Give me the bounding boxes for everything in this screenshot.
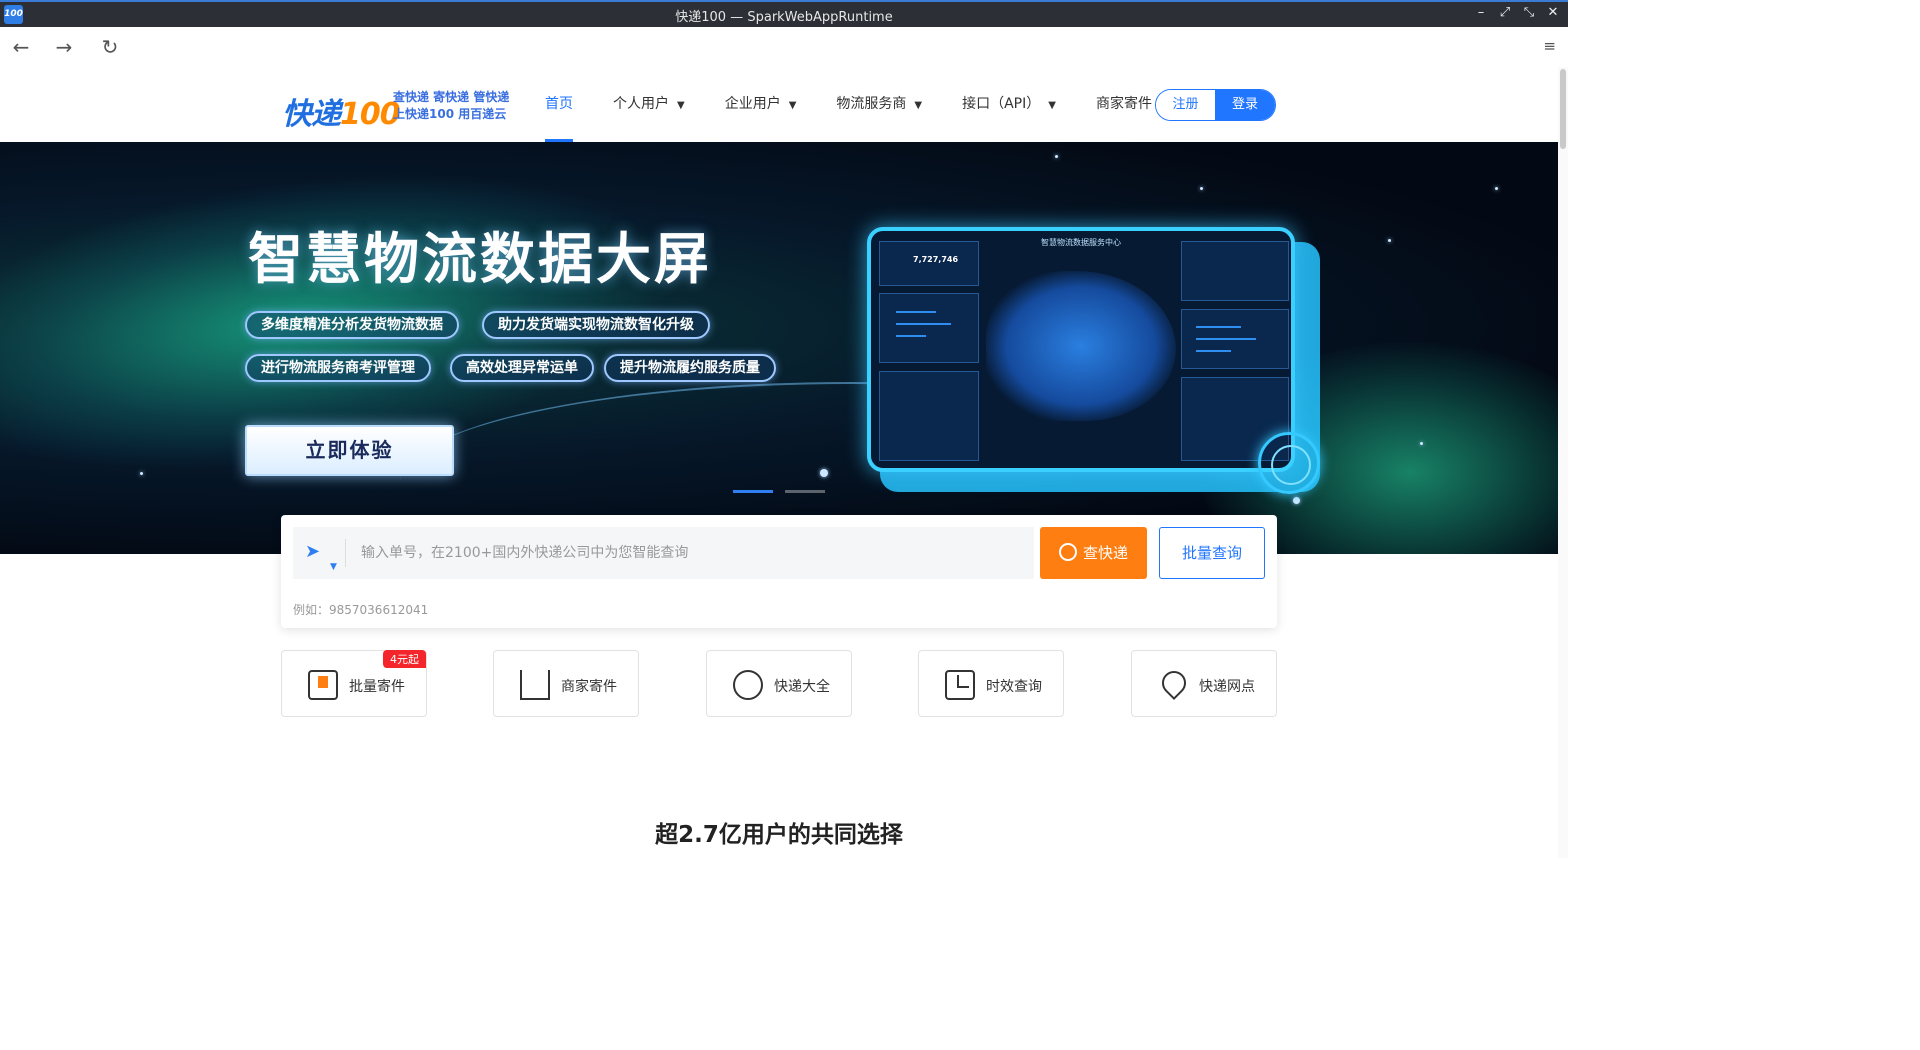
close-icon[interactable]: ✕ bbox=[1546, 5, 1560, 20]
feature-pill: 多维度精准分析发货物流数据 bbox=[245, 311, 459, 339]
location-pin-icon bbox=[1157, 666, 1191, 700]
nav-api[interactable]: 接口（API） ▼ bbox=[962, 67, 1056, 142]
feature-pill: 高效处理异常运单 bbox=[450, 354, 594, 382]
window-titlebar: 100 快递100 — SparkWebAppRuntime – ⤢ ⤡ ✕ bbox=[0, 0, 1568, 27]
dashboard-bar bbox=[1196, 350, 1231, 352]
nav-enterprise-label: 企业用户 bbox=[724, 96, 781, 112]
back-arrow-icon[interactable]: ← bbox=[8, 35, 34, 59]
slogan-line1: 查快递 寄快递 管快递 bbox=[393, 90, 510, 104]
dashboard-bar bbox=[896, 311, 936, 313]
service-label: 批量寄件 bbox=[349, 679, 405, 695]
tracking-search-card: ➤ ▼ 查快递 批量查询 例如：9857036612041 bbox=[281, 515, 1277, 628]
feature-pill: 提升物流履约服务质量 bbox=[604, 354, 776, 382]
try-now-button[interactable]: 立即体验 bbox=[245, 425, 454, 476]
track-package-button[interactable]: 查快递 bbox=[1040, 527, 1147, 579]
star-decoration bbox=[1293, 497, 1300, 504]
minimize-icon[interactable]: – bbox=[1474, 5, 1488, 20]
nav-home[interactable]: 首页 bbox=[545, 67, 573, 142]
nav-logistics-label: 物流服务商 bbox=[836, 96, 907, 112]
service-courier-outlets[interactable]: 快递网点 bbox=[1131, 650, 1277, 717]
clock-icon bbox=[945, 670, 975, 700]
ring-decoration bbox=[1258, 432, 1320, 494]
forward-arrow-icon[interactable]: → bbox=[51, 35, 77, 59]
dashboard-bar bbox=[1196, 338, 1256, 340]
service-label: 快递大全 bbox=[774, 679, 830, 695]
dashboard-bar bbox=[896, 335, 926, 337]
track-package-label: 查快递 bbox=[1082, 544, 1128, 562]
service-courier-directory[interactable]: 快递大全 bbox=[706, 650, 852, 717]
dashboard-panel bbox=[1181, 241, 1289, 301]
dashboard-number: 7,727,746 bbox=[913, 255, 959, 264]
restore-icon[interactable]: ⤡ bbox=[1522, 5, 1536, 20]
dropdown-caret-icon: ▼ bbox=[788, 100, 797, 111]
dropdown-caret-icon: ▼ bbox=[1048, 100, 1056, 111]
paper-plane-icon[interactable]: ➤ bbox=[305, 541, 320, 562]
auth-buttons: 注册 登录 bbox=[1155, 89, 1276, 121]
service-label: 商家寄件 bbox=[561, 679, 617, 695]
window-title: 快递100 — SparkWebAppRuntime bbox=[675, 10, 893, 25]
dashboard-panel bbox=[879, 371, 979, 461]
dropdown-caret-icon: ▼ bbox=[914, 100, 923, 111]
dashboard-panel bbox=[879, 293, 979, 363]
hero-banner[interactable]: 智慧物流数据大屏 多维度精准分析发货物流数据 助力发货端实现物流数智化升级 进行… bbox=[0, 142, 1558, 554]
slogan-line2: 上快递100 用百递云 bbox=[393, 107, 507, 121]
site-logo[interactable]: 快递100 bbox=[282, 89, 401, 133]
globe-icon bbox=[733, 670, 763, 700]
feature-pill: 进行物流服务商考评管理 bbox=[245, 354, 431, 382]
divider bbox=[345, 539, 346, 567]
scroll-thumb[interactable] bbox=[1560, 69, 1566, 149]
maximize-icon[interactable]: ⤢ bbox=[1498, 5, 1512, 20]
nav-personal-label: 个人用户 bbox=[613, 96, 669, 112]
page-scrollbar[interactable] bbox=[1558, 67, 1568, 858]
building-icon bbox=[520, 670, 550, 700]
dashboard-bar bbox=[896, 323, 951, 325]
reload-icon[interactable]: ↻ bbox=[97, 35, 123, 59]
logo-number: 100 bbox=[340, 97, 401, 132]
star-decoration bbox=[140, 472, 143, 475]
main-nav: 首页 个人用户 ▼ 企业用户 ▼ 物流服务商 ▼ 接口（API） ▼ 商家寄件 bbox=[545, 67, 1192, 142]
carousel-dot-active[interactable] bbox=[733, 490, 773, 493]
browser-toolbar: ← → ↻ ≡ bbox=[0, 27, 1568, 67]
batch-query-button[interactable]: 批量查询 bbox=[1159, 527, 1265, 579]
hamburger-menu-icon[interactable]: ≡ bbox=[1543, 37, 1556, 55]
nav-home-label: 首页 bbox=[545, 96, 573, 112]
nav-enterprise[interactable]: 企业用户 ▼ bbox=[725, 67, 797, 142]
service-label: 时效查询 bbox=[986, 679, 1042, 695]
dropdown-caret-icon[interactable]: ▼ bbox=[330, 562, 337, 572]
register-button[interactable]: 注册 bbox=[1156, 90, 1215, 120]
box-icon bbox=[308, 670, 338, 700]
dashboard-illustration: 智慧物流数据服务中心 7,727,746 bbox=[867, 227, 1295, 472]
carousel-dot[interactable] bbox=[785, 490, 825, 493]
logo-slogan: 查快递 寄快递 管快递 上快递100 用百递云 bbox=[393, 89, 509, 123]
nav-merchant-label: 商家寄件 bbox=[1095, 96, 1152, 112]
star-decoration bbox=[1055, 155, 1058, 158]
section-title: 超2.7亿用户的共同选择 bbox=[655, 822, 903, 848]
nav-personal[interactable]: 个人用户 ▼ bbox=[613, 67, 685, 142]
star-decoration bbox=[1420, 442, 1423, 445]
service-delivery-time[interactable]: 时效查询 bbox=[918, 650, 1064, 717]
nav-api-label: 接口（API） bbox=[962, 96, 1041, 112]
price-badge: 4元起 bbox=[383, 650, 426, 668]
dashboard-bar bbox=[1196, 326, 1241, 328]
star-decoration bbox=[820, 469, 828, 477]
logo-text: 快递 bbox=[282, 97, 341, 132]
nav-logistics-provider[interactable]: 物流服务商 ▼ bbox=[836, 67, 922, 142]
tracking-number-input[interactable] bbox=[359, 527, 1019, 579]
feature-pill: 助力发货端实现物流数智化升级 bbox=[482, 311, 710, 339]
example-tracking-number: 例如：9857036612041 bbox=[293, 603, 429, 617]
site-header: 快递100 查快递 寄快递 管快递 上快递100 用百递云 首页 个人用户 ▼ 企… bbox=[0, 67, 1558, 142]
nav-merchant-shipping[interactable]: 商家寄件 bbox=[1096, 67, 1152, 142]
service-merchant-shipping[interactable]: 商家寄件 bbox=[493, 650, 639, 717]
map-illustration bbox=[986, 271, 1176, 421]
service-batch-shipping[interactable]: 批量寄件 4元起 bbox=[281, 650, 427, 717]
search-icon bbox=[1058, 542, 1077, 561]
login-button[interactable]: 登录 bbox=[1215, 90, 1275, 120]
service-label: 快递网点 bbox=[1199, 679, 1255, 695]
star-decoration bbox=[1200, 187, 1203, 190]
dropdown-caret-icon: ▼ bbox=[677, 100, 685, 111]
banner-title: 智慧物流数据大屏 bbox=[248, 227, 713, 291]
star-decoration bbox=[1388, 239, 1391, 242]
search-box: ➤ ▼ bbox=[293, 527, 1034, 579]
star-decoration bbox=[1495, 187, 1498, 190]
